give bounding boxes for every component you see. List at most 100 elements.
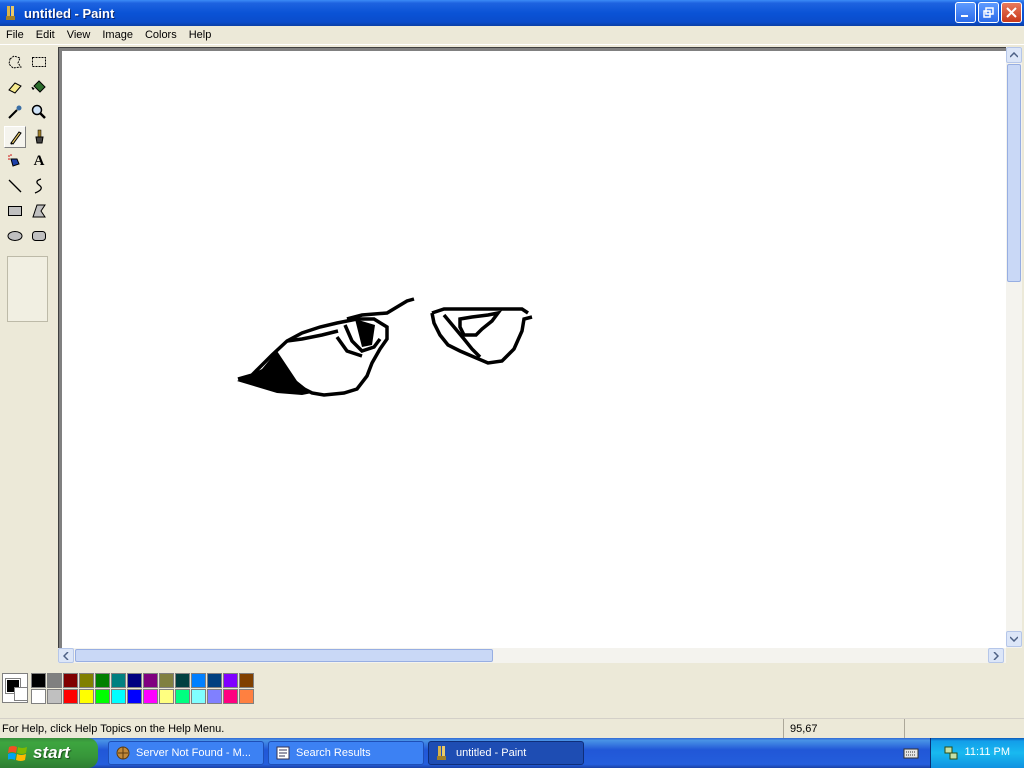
palette-swatch[interactable] [159, 673, 174, 688]
palette-swatch[interactable] [223, 689, 238, 704]
palette-swatch[interactable] [47, 673, 62, 688]
ellipse-tool[interactable] [4, 225, 26, 247]
horizontal-scroll-thumb[interactable] [75, 649, 493, 662]
pencil-tool[interactable] [4, 126, 26, 148]
arrow-left-icon [63, 651, 69, 660]
palette-swatch[interactable] [63, 673, 78, 688]
task-server-not-found[interactable]: Server Not Found - M... [108, 741, 264, 765]
scroll-down-button[interactable] [1006, 631, 1022, 647]
palette-swatch[interactable] [127, 689, 142, 704]
palette-swatch[interactable] [79, 689, 94, 704]
magnifier-icon [31, 104, 46, 119]
menu-bar: File Edit View Image Colors Help [0, 26, 1024, 45]
status-help-text: For Help, click Help Topics on the Help … [2, 722, 225, 735]
arrow-right-icon [993, 651, 999, 660]
palette-swatch[interactable] [31, 673, 46, 688]
palette-swatch[interactable] [223, 673, 238, 688]
vertical-scroll-thumb[interactable] [1007, 64, 1021, 282]
palette-swatch[interactable] [207, 689, 222, 704]
palette-swatch[interactable] [191, 689, 206, 704]
eraser-icon [8, 82, 22, 94]
palette-swatch[interactable] [31, 689, 46, 704]
text-icon: A [33, 152, 45, 169]
eraser-tool[interactable] [4, 76, 26, 98]
status-coordinates: 95,67 [783, 719, 903, 739]
start-button[interactable]: start [0, 738, 98, 768]
close-icon [1006, 7, 1017, 18]
arrow-up-icon [1010, 52, 1018, 58]
palette-swatch[interactable] [95, 673, 110, 688]
airbrush-tool[interactable] [4, 150, 26, 172]
palette-swatch[interactable] [175, 689, 190, 704]
status-selection-size [904, 719, 1024, 739]
keyboard-icon[interactable] [903, 746, 919, 760]
minimize-button[interactable] [955, 2, 976, 23]
palette-swatch[interactable] [191, 673, 206, 688]
palette-swatch[interactable] [159, 689, 174, 704]
text-tool[interactable]: A [28, 150, 50, 172]
browser-icon [116, 746, 130, 760]
network-icon[interactable] [943, 745, 959, 761]
tool-options-box[interactable] [7, 256, 48, 322]
menu-view[interactable]: View [61, 29, 97, 41]
palette-swatch[interactable] [111, 673, 126, 688]
color-box [0, 664, 1024, 714]
restore-icon [983, 7, 994, 18]
curve-tool[interactable] [28, 175, 50, 197]
rounded-rectangle-icon [32, 231, 46, 241]
palette-swatch[interactable] [143, 689, 158, 704]
palette-swatch[interactable] [47, 689, 62, 704]
taskbar: start Server Not Found - M... Search Res… [0, 738, 1024, 768]
polygon-tool[interactable] [28, 200, 50, 222]
menu-file[interactable]: File [0, 29, 30, 41]
palette-swatch[interactable] [95, 689, 110, 704]
close-button[interactable] [1001, 2, 1022, 23]
windows-logo-icon [8, 746, 27, 761]
cursor-coordinates: 95,67 [790, 723, 818, 735]
menu-image[interactable]: Image [96, 29, 139, 41]
fill-tool[interactable] [28, 76, 50, 98]
minimize-icon [961, 15, 968, 17]
menu-edit[interactable]: Edit [30, 29, 61, 41]
clock[interactable]: 11:11 PM [965, 746, 1010, 758]
title-bar[interactable]: untitled - Paint [0, 0, 1024, 26]
menu-colors[interactable]: Colors [139, 29, 183, 41]
palette-swatch[interactable] [239, 689, 254, 704]
palette-swatch[interactable] [175, 673, 190, 688]
line-tool[interactable] [4, 175, 26, 197]
scroll-up-button[interactable] [1006, 47, 1022, 63]
palette-swatch[interactable] [127, 673, 142, 688]
arrow-down-icon [1010, 636, 1018, 642]
scroll-left-button[interactable] [58, 648, 74, 663]
palette-swatch[interactable] [143, 673, 158, 688]
rectangle-tool[interactable] [4, 200, 26, 222]
free-form-select-tool[interactable] [4, 51, 26, 73]
status-bar: For Help, click Help Topics on the Help … [0, 718, 1024, 739]
scroll-right-button[interactable] [988, 648, 1004, 663]
palette-swatch[interactable] [239, 673, 254, 688]
task-untitled-paint[interactable]: untitled - Paint [428, 741, 584, 765]
rounded-rectangle-tool[interactable] [28, 225, 50, 247]
select-tool[interactable] [28, 51, 50, 73]
vertical-scrollbar[interactable] [1006, 47, 1022, 648]
task-label: Server Not Found - M... [136, 747, 251, 759]
drawing-canvas[interactable] [62, 51, 1006, 648]
horizontal-scrollbar[interactable] [58, 648, 1006, 663]
pencil-icon [10, 131, 22, 145]
task-search-results[interactable]: Search Results [268, 741, 424, 765]
polygon-icon [32, 204, 46, 218]
select-icon [32, 57, 46, 67]
drawing-content [237, 297, 533, 397]
restore-button[interactable] [978, 2, 999, 23]
palette-swatch[interactable] [79, 673, 94, 688]
magnifier-tool[interactable] [28, 101, 50, 123]
current-colors[interactable] [2, 673, 28, 703]
menu-help[interactable]: Help [183, 29, 218, 41]
palette-swatch[interactable] [111, 689, 126, 704]
brush-tool[interactable] [28, 126, 50, 148]
pick-color-tool[interactable] [4, 101, 26, 123]
palette-swatch[interactable] [63, 689, 78, 704]
window-title: untitled - Paint [24, 5, 115, 21]
fill-icon [31, 80, 46, 93]
palette-swatch[interactable] [207, 673, 222, 688]
